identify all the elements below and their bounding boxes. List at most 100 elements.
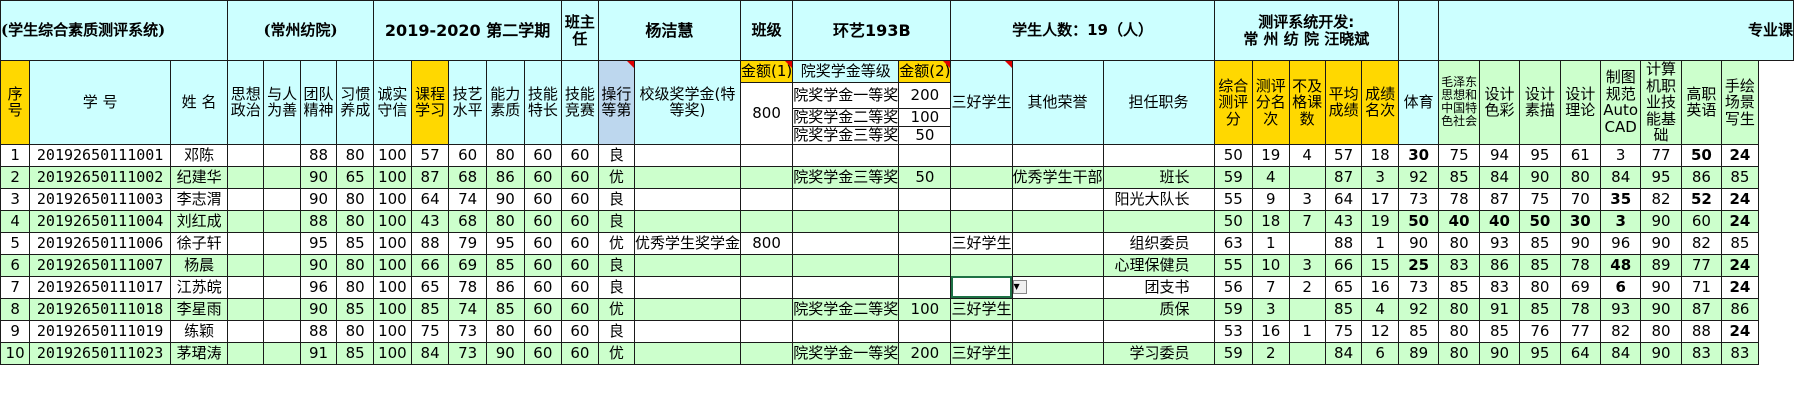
specialty-cell[interactable]: 60 [523, 253, 563, 277]
score-rank-cell[interactable]: 18 [1251, 209, 1290, 233]
duty-cell[interactable]: 组织委员 [1102, 231, 1215, 255]
teamwork-cell[interactable]: 90 [299, 165, 338, 189]
grade-rank-cell[interactable]: 6 [1361, 341, 1399, 365]
habits-cell[interactable]: 65 [336, 165, 375, 189]
habits-cell[interactable]: 80 [336, 143, 375, 167]
amount-2-cell[interactable] [898, 143, 952, 167]
total-score-cell[interactable]: 50 [1213, 209, 1253, 233]
design-theory-score-cell[interactable]: 77 [1559, 319, 1602, 343]
hand-drawing-score-cell[interactable]: 85 [1721, 231, 1759, 255]
student-id-cell[interactable]: 20192650111004 [29, 209, 172, 233]
teamwork-cell[interactable]: 95 [299, 231, 338, 255]
course-study-cell[interactable]: 88 [410, 231, 450, 255]
conduct-grade-cell[interactable]: 良 [597, 187, 635, 211]
autocad-score-cell[interactable]: 6 [1599, 275, 1642, 299]
score-rank-cell[interactable]: 10 [1251, 253, 1290, 277]
autocad-score-cell[interactable]: 82 [1599, 319, 1642, 343]
english-score-cell[interactable]: 88 [1680, 319, 1723, 343]
design-color-score-cell[interactable]: 91 [1478, 297, 1521, 321]
amount-1-cell[interactable] [739, 253, 794, 277]
merit-student-cell[interactable] [950, 253, 1013, 277]
conduct-grade-cell[interactable]: 优 [597, 231, 635, 255]
specialty-cell[interactable]: 60 [523, 275, 563, 299]
habits-cell[interactable]: 80 [336, 209, 375, 233]
autocad-score-cell[interactable]: 84 [1599, 341, 1642, 365]
total-score-cell[interactable]: 55 [1213, 187, 1253, 211]
politics-cell[interactable] [227, 297, 265, 321]
score-rank-cell[interactable]: 4 [1251, 165, 1290, 189]
fail-count-cell[interactable]: 2 [1288, 275, 1326, 299]
habits-cell[interactable]: 85 [336, 297, 375, 321]
average-cell[interactable]: 85 [1324, 297, 1363, 321]
duty-cell[interactable] [1102, 143, 1215, 167]
kindness-cell[interactable] [263, 231, 301, 255]
maozedong-score-cell[interactable]: 80 [1438, 231, 1480, 255]
design-sketch-score-cell[interactable]: 90 [1519, 165, 1561, 189]
politics-cell[interactable] [227, 231, 265, 255]
average-cell[interactable]: 65 [1324, 275, 1363, 299]
design-sketch-score-cell[interactable]: 85 [1519, 231, 1561, 255]
habits-cell[interactable]: 80 [336, 319, 375, 343]
hand-drawing-score-cell[interactable]: 24 [1721, 275, 1759, 299]
grade-rank-cell[interactable]: 15 [1361, 253, 1399, 277]
pe-score-cell[interactable]: 25 [1397, 253, 1440, 277]
pe-score-cell[interactable]: 30 [1397, 143, 1440, 167]
pe-score-cell[interactable]: 89 [1397, 341, 1440, 365]
pe-score-cell[interactable]: 73 [1397, 275, 1440, 299]
design-color-score-cell[interactable]: 93 [1478, 231, 1521, 255]
total-score-cell[interactable]: 59 [1213, 341, 1253, 365]
fail-count-cell[interactable]: 1 [1288, 319, 1326, 343]
competition-cell[interactable]: 60 [561, 341, 599, 365]
merit-student-cell[interactable] [950, 275, 1013, 299]
merit-student-cell[interactable] [950, 319, 1013, 343]
amount-2-cell[interactable] [898, 275, 952, 299]
student-name-cell[interactable]: 江苏皖 [170, 275, 229, 299]
ability-cell[interactable]: 85 [485, 297, 525, 321]
duty-cell[interactable]: 班长 [1102, 165, 1215, 189]
pe-score-cell[interactable]: 50 [1397, 209, 1440, 233]
design-theory-score-cell[interactable]: 64 [1559, 341, 1602, 365]
competition-cell[interactable]: 60 [561, 143, 599, 167]
average-cell[interactable]: 87 [1324, 165, 1363, 189]
grade-rank-cell[interactable]: 1 [1361, 231, 1399, 255]
english-score-cell[interactable]: 52 [1680, 187, 1723, 211]
teamwork-cell[interactable]: 88 [299, 319, 338, 343]
honesty-cell[interactable]: 100 [373, 297, 412, 321]
amount-2-cell[interactable] [898, 253, 952, 277]
amount-1-cell[interactable] [739, 187, 794, 211]
fail-count-cell[interactable]: 4 [1288, 143, 1326, 167]
score-rank-cell[interactable]: 7 [1251, 275, 1290, 299]
amount-2-cell[interactable] [898, 209, 952, 233]
specialty-cell[interactable]: 60 [523, 231, 563, 255]
habits-cell[interactable]: 80 [336, 253, 375, 277]
hand-drawing-score-cell[interactable]: 86 [1721, 297, 1759, 321]
competition-cell[interactable]: 60 [561, 231, 599, 255]
course-study-cell[interactable]: 75 [410, 319, 450, 343]
computer-skills-score-cell[interactable]: 90 [1640, 341, 1682, 365]
politics-cell[interactable] [227, 253, 265, 277]
politics-cell[interactable] [227, 341, 265, 365]
skill-level-cell[interactable]: 79 [448, 231, 487, 255]
english-score-cell[interactable]: 83 [1680, 341, 1723, 365]
autocad-score-cell[interactable]: 3 [1599, 143, 1642, 167]
score-rank-cell[interactable]: 2 [1251, 341, 1290, 365]
merit-student-cell[interactable]: 三好学生 [950, 341, 1013, 365]
seq-cell[interactable]: 2 [0, 165, 31, 189]
design-color-score-cell[interactable]: 90 [1478, 341, 1521, 365]
total-score-cell[interactable]: 63 [1213, 231, 1253, 255]
kindness-cell[interactable] [263, 143, 301, 167]
specialty-cell[interactable]: 60 [523, 297, 563, 321]
duty-cell[interactable]: 心理保健员 [1102, 253, 1215, 277]
politics-cell[interactable] [227, 275, 265, 299]
amount-1-cell[interactable] [739, 319, 794, 343]
teamwork-cell[interactable]: 96 [299, 275, 338, 299]
fail-count-cell[interactable] [1288, 297, 1326, 321]
honesty-cell[interactable]: 100 [373, 209, 412, 233]
habits-cell[interactable]: 85 [336, 341, 375, 365]
pe-score-cell[interactable]: 92 [1397, 165, 1440, 189]
conduct-grade-cell[interactable]: 优 [597, 297, 635, 321]
student-id-cell[interactable]: 20192650111007 [29, 253, 172, 277]
english-score-cell[interactable]: 60 [1680, 209, 1723, 233]
kindness-cell[interactable] [263, 209, 301, 233]
scholarship-tier-cell[interactable] [792, 319, 900, 343]
